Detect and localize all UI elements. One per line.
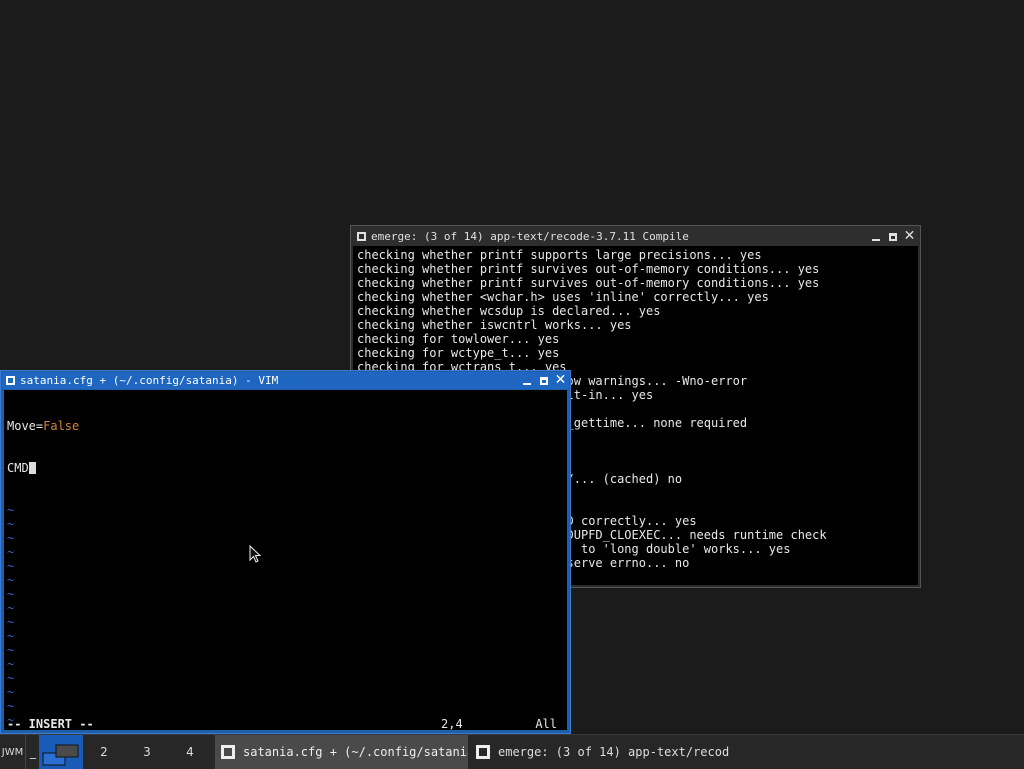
- empty-line-tilde: ~: [7, 629, 15, 643]
- empty-line-tilde: ~: [7, 685, 15, 699]
- terminal-line: checking whether printf supports large p…: [357, 248, 762, 262]
- close-icon: ✕: [554, 372, 567, 388]
- config-key: Move=: [7, 419, 44, 433]
- taskbar-task-emerge[interactable]: emerge: (3 of 14) app-text/recode-3.7: [470, 735, 730, 769]
- pager-windows-icon: [42, 744, 79, 766]
- taskbar: JWM _ 2 3 4 satania.cfg + (~/.config/sat…: [0, 734, 1024, 769]
- desktop-pager-4[interactable]: 4: [170, 735, 210, 769]
- maximize-button[interactable]: [535, 372, 552, 389]
- task-label: satania.cfg + (~/.config/satania) - V: [243, 745, 468, 759]
- empty-line-tilde: ~: [7, 601, 15, 615]
- task-label: emerge: (3 of 14) app-text/recode-3.7: [498, 745, 730, 759]
- window-menu-icon[interactable]: [6, 376, 15, 385]
- empty-line-tilde: ~: [7, 657, 15, 671]
- cursor-position: 2,4: [441, 717, 463, 731]
- vim-statusline: -- INSERT -- 2,4 All: [4, 717, 567, 731]
- mouse-pointer-icon: [249, 545, 261, 563]
- empty-line-tilde: ~: [7, 615, 15, 629]
- desktop-pager-3[interactable]: 3: [127, 735, 167, 769]
- desktop-pager-1[interactable]: [39, 735, 83, 769]
- buffer-line: CMD: [7, 461, 567, 475]
- vim-mode-indicator: -- INSERT --: [7, 717, 94, 731]
- vim-editor-buffer[interactable]: Move=False CMD ~~~~~~~~~~~~~~~~~~~~: [4, 390, 567, 730]
- close-button[interactable]: ✕: [901, 228, 918, 245]
- terminal-line: checking whether <wchar.h> uses 'inline'…: [357, 290, 769, 304]
- minimize-icon: [871, 239, 880, 241]
- terminal-line: checking whether printf survives out-of-…: [357, 262, 820, 276]
- terminal-line: checking for towlower... yes: [357, 332, 560, 346]
- scroll-indicator: All: [535, 717, 557, 731]
- close-button[interactable]: ✕: [552, 372, 569, 389]
- terminal-line: checking whether iswcntrl works... yes: [357, 318, 632, 332]
- window-icon: [476, 745, 490, 759]
- terminal-line: checking whether wcsdup is declared... y…: [357, 304, 661, 318]
- empty-line-tilde: ~: [7, 517, 15, 531]
- show-desktop-button[interactable]: _: [27, 735, 39, 769]
- taskbar-task-vim[interactable]: satania.cfg + (~/.config/satania) - V: [215, 735, 468, 769]
- terminal-line: checking whether printf survives out-of-…: [357, 276, 820, 290]
- text-cursor: [28, 462, 36, 474]
- maximize-button[interactable]: [884, 228, 901, 245]
- buffer-text: CMD: [7, 461, 29, 475]
- empty-line-tilde: ~: [7, 545, 15, 559]
- empty-line-tilde: ~: [7, 699, 15, 713]
- vim-window-title: satania.cfg + (~/.config/satania) - VIM: [20, 374, 279, 387]
- empty-line-tilde: ~: [7, 559, 15, 573]
- empty-line-tilde: ~: [7, 671, 15, 685]
- minimize-button[interactable]: [518, 372, 535, 389]
- empty-line-tilde: ~: [7, 643, 15, 657]
- vim-window[interactable]: satania.cfg + (~/.config/satania) - VIM …: [0, 370, 571, 734]
- window-icon: [221, 745, 235, 759]
- emerge-window-title: emerge: (3 of 14) app-text/recode-3.7.11…: [371, 230, 689, 243]
- jwm-menu-button[interactable]: JWM: [0, 735, 26, 769]
- vim-titlebar[interactable]: satania.cfg + (~/.config/satania) - VIM …: [2, 372, 569, 389]
- window-menu-icon[interactable]: [357, 232, 366, 241]
- empty-line-tilde: ~: [7, 587, 15, 601]
- buffer-line: Move=False: [7, 419, 567, 433]
- close-icon: ✕: [903, 228, 916, 244]
- desktop-pager-2[interactable]: 2: [84, 735, 124, 769]
- empty-line-tilde: ~: [7, 503, 15, 517]
- minimize-icon: [522, 383, 531, 385]
- empty-line-tilde: ~: [7, 531, 15, 545]
- config-value: False: [43, 419, 80, 433]
- maximize-icon: [888, 232, 897, 241]
- terminal-line: checking for wctype_t... yes: [357, 346, 560, 360]
- minimize-button[interactable]: [867, 228, 884, 245]
- empty-line-tilde: ~: [7, 573, 15, 587]
- maximize-icon: [539, 376, 548, 385]
- emerge-titlebar[interactable]: emerge: (3 of 14) app-text/recode-3.7.11…: [353, 228, 918, 245]
